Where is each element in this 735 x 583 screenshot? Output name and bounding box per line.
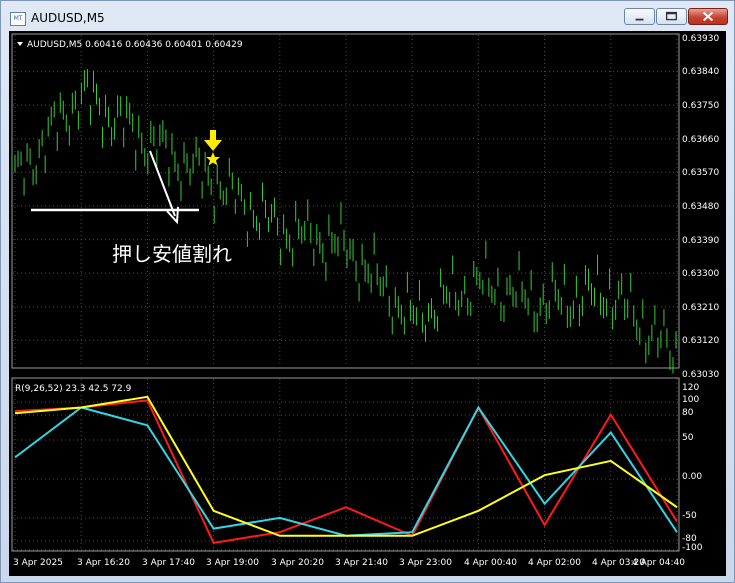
price-label: 0.63480: [682, 202, 719, 212]
indicator-level-label: -100: [682, 543, 703, 553]
break-annotation: 押し安値割れ: [112, 242, 232, 266]
price-label: 0.63930: [682, 34, 719, 44]
break-arrow: [149, 150, 179, 225]
indicator-level-label: -50: [682, 511, 697, 521]
symbol-info: AUDUSD,M5 0.60416 0.60436 0.60401 0.6042…: [27, 40, 243, 50]
time-label: 3 Apr 23:00: [399, 558, 452, 568]
title-bar[interactable]: MT AUDUSD,M5: [1, 1, 734, 32]
grid: [13, 35, 678, 551]
minimize-button[interactable]: [624, 8, 655, 25]
indicator-level-label: 120: [682, 383, 699, 393]
chart-canvas[interactable]: AUDUSD,M5 0.60416 0.60436 0.60401 0.6042…: [9, 31, 726, 576]
indicator-line-yellow: [14, 395, 678, 537]
price-label: 0.63750: [682, 101, 719, 111]
close-icon: [702, 11, 714, 22]
window-title: AUDUSD,M5: [31, 11, 105, 25]
price-label: 0.63840: [682, 67, 719, 77]
time-label: 4 Apr 02:00: [528, 558, 581, 568]
indicator-level-label: 80: [682, 408, 694, 418]
price-label: 0.63660: [682, 135, 719, 145]
time-label: 3 Apr 17:40: [142, 558, 195, 568]
price-label: 0.63300: [682, 269, 719, 279]
chart-window: MT AUDUSD,M5 AUDUSD,M5 0.60416 0.60436 0…: [0, 0, 735, 583]
time-label: 4 Apr 04:40: [632, 558, 685, 568]
symbol-menu-icon[interactable]: [17, 42, 23, 46]
maximize-icon: [665, 11, 678, 21]
price-label: 0.63030: [682, 370, 719, 380]
indicator-level-label: 0.00: [682, 472, 702, 482]
price-axis: 0.63930 0.63840 0.63750 0.63660 0.63570 …: [682, 34, 719, 380]
indicator-axis: 120 100 80 50 0.00 -50 -80 -100: [682, 383, 703, 553]
price-label: 0.63390: [682, 236, 719, 246]
price-label: 0.63570: [682, 168, 719, 178]
indicator-level-label: 50: [682, 433, 694, 443]
star-icon: [206, 152, 220, 166]
chart-window-icon: MT: [10, 12, 26, 26]
close-button[interactable]: [688, 8, 728, 25]
time-label: 3 Apr 20:20: [271, 558, 324, 568]
price-label: 0.63120: [682, 336, 719, 346]
time-axis: 3 Apr 2025 3 Apr 16:20 3 Apr 17:40 3 Apr…: [13, 558, 685, 568]
time-label: 3 Apr 19:00: [206, 558, 259, 568]
chart-area[interactable]: AUDUSD,M5 0.60416 0.60436 0.60401 0.6042…: [9, 31, 726, 576]
price-label: 0.63210: [682, 303, 719, 313]
minimize-icon: [635, 18, 644, 21]
time-label: 3 Apr 2025: [13, 558, 63, 568]
indicator-info: R(9,26,52) 23.3 42.5 72.9: [15, 384, 132, 394]
maximize-button[interactable]: [656, 8, 687, 25]
down-arrow-icon: [204, 130, 222, 151]
time-label: 3 Apr 21:40: [335, 558, 388, 568]
indicator-level-label: 100: [682, 395, 699, 405]
time-label: 4 Apr 00:40: [464, 558, 517, 568]
time-label: 3 Apr 16:20: [77, 558, 130, 568]
